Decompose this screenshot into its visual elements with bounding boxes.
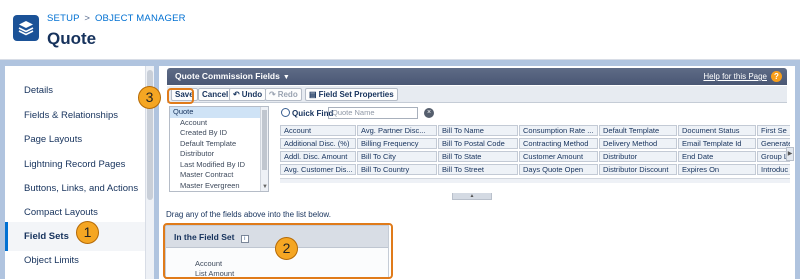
available-field[interactable]: Account	[280, 125, 356, 136]
grid-horizontal-scrollbar[interactable]	[280, 178, 790, 183]
layers-icon	[13, 15, 39, 41]
list-item[interactable]: Master Evergreen	[170, 181, 268, 192]
breadcrumb-setup[interactable]: SETUP	[47, 13, 80, 24]
list-item[interactable]: Default Template	[170, 139, 268, 150]
available-field[interactable]: Additional Disc. (%)	[280, 138, 356, 149]
properties-label: Field Set Properties	[318, 90, 394, 99]
sidebar-item-object-limits[interactable]: Object Limits	[5, 246, 154, 275]
available-field[interactable]: Document Status	[678, 125, 756, 136]
search-icon	[281, 108, 290, 117]
available-field[interactable]: Avg. Customer Dis...	[280, 164, 356, 175]
help-link[interactable]: Help for this Page	[703, 68, 767, 85]
available-field[interactable]: Contracting Method	[519, 138, 598, 149]
available-field[interactable]: First Se	[757, 125, 790, 136]
breadcrumb-object-manager[interactable]: OBJECT MANAGER	[95, 13, 186, 24]
quick-find-label: Quick Find	[281, 108, 333, 118]
help-icon[interactable]: ?	[771, 71, 782, 82]
available-field[interactable]: Customer Amount	[519, 151, 598, 162]
drag-instructions: Drag any of the fields above into the li…	[166, 210, 331, 219]
list-item[interactable]: Last Modified By ID	[170, 160, 268, 171]
available-field[interactable]: Bill To Country	[357, 164, 437, 175]
redo-label: Redo	[277, 90, 298, 99]
properties-icon: ▤	[309, 90, 317, 99]
redo-icon: ↷	[269, 90, 276, 99]
resize-handle[interactable]: ▲	[452, 193, 492, 200]
page-title: Quote	[47, 29, 97, 48]
available-field[interactable]: Distributor Discount	[599, 164, 677, 175]
available-fields-grid: Account Avg. Partner Disc... Bill To Name C…	[280, 123, 790, 175]
available-field[interactable]: End Date	[678, 151, 756, 162]
callout-badge-3: 3	[138, 86, 161, 109]
field-list-scrollbar-thumb[interactable]	[262, 110, 267, 170]
editor-toolbar: Save Cancel ↶ Undo ↷ Redo ▤ Field Set Prope…	[167, 86, 787, 103]
available-field[interactable]: Consumption Rate ...	[519, 125, 598, 136]
quick-find-input[interactable]: Quote Name	[328, 107, 418, 119]
callout-highlight-save	[167, 88, 194, 104]
available-field[interactable]: Expires On	[678, 164, 756, 175]
clear-search-icon[interactable]: ×	[424, 108, 434, 118]
callout-badge-1: 1	[76, 221, 99, 244]
available-field[interactable]: Bill To Postal Code	[438, 138, 518, 149]
available-field[interactable]: Bill To Name	[438, 125, 518, 136]
scroll-down-icon[interactable]: ▼	[262, 184, 268, 190]
list-item[interactable]: Master Contract	[170, 170, 268, 181]
field-set-name[interactable]: Quote Commission Fields	[175, 71, 280, 81]
available-field[interactable]: Billing Frequency	[357, 138, 437, 149]
available-field[interactable]: Default Template	[599, 125, 677, 136]
object-manager-sidebar: Details Fields & Relationships Page Layo…	[5, 66, 154, 279]
scroll-right-icon[interactable]: ▶	[786, 147, 794, 161]
available-field[interactable]: Distributor	[599, 151, 677, 162]
undo-label: Undo	[241, 90, 263, 99]
field-list-scrollbar[interactable]: ▼	[260, 107, 268, 191]
available-field[interactable]: Bill To Street	[438, 164, 518, 175]
chevron-down-icon[interactable]: ▼	[283, 74, 290, 81]
available-field[interactable]: Email Template Id	[678, 138, 756, 149]
available-field[interactable]: Days Quote Open	[519, 164, 598, 175]
available-field[interactable]: Bill To State	[438, 151, 518, 162]
breadcrumb: SETUP > OBJECT MANAGER	[47, 13, 186, 24]
available-field[interactable]: Delivery Method	[599, 138, 677, 149]
available-field[interactable]: Bill To City	[357, 151, 437, 162]
available-field[interactable]: Avg. Partner Disc...	[357, 125, 437, 136]
breadcrumb-separator: >	[84, 13, 91, 24]
list-item-quote[interactable]: Quote	[170, 107, 268, 118]
list-item[interactable]: Account	[170, 118, 268, 129]
object-field-list: Quote Account Created By ID Default Temp…	[169, 106, 269, 192]
page-header: SETUP > OBJECT MANAGER Quote	[0, 0, 800, 60]
cancel-button[interactable]: Cancel	[198, 88, 233, 101]
redo-button[interactable]: ↷ Redo	[265, 88, 302, 101]
undo-button[interactable]: ↶ Undo	[229, 88, 267, 101]
list-item[interactable]: Created By ID	[170, 128, 268, 139]
available-field[interactable]: Addl. Disc. Amount	[280, 151, 356, 162]
callout-badge-2: 2	[275, 237, 298, 260]
field-set-properties-button[interactable]: ▤ Field Set Properties	[305, 88, 398, 101]
available-field[interactable]: Introduc	[757, 164, 790, 175]
list-item[interactable]: Distributor	[170, 149, 268, 160]
palette-title-bar: Quote Commission Fields ▼ Help for this P…	[167, 68, 787, 85]
undo-icon: ↶	[233, 90, 240, 99]
